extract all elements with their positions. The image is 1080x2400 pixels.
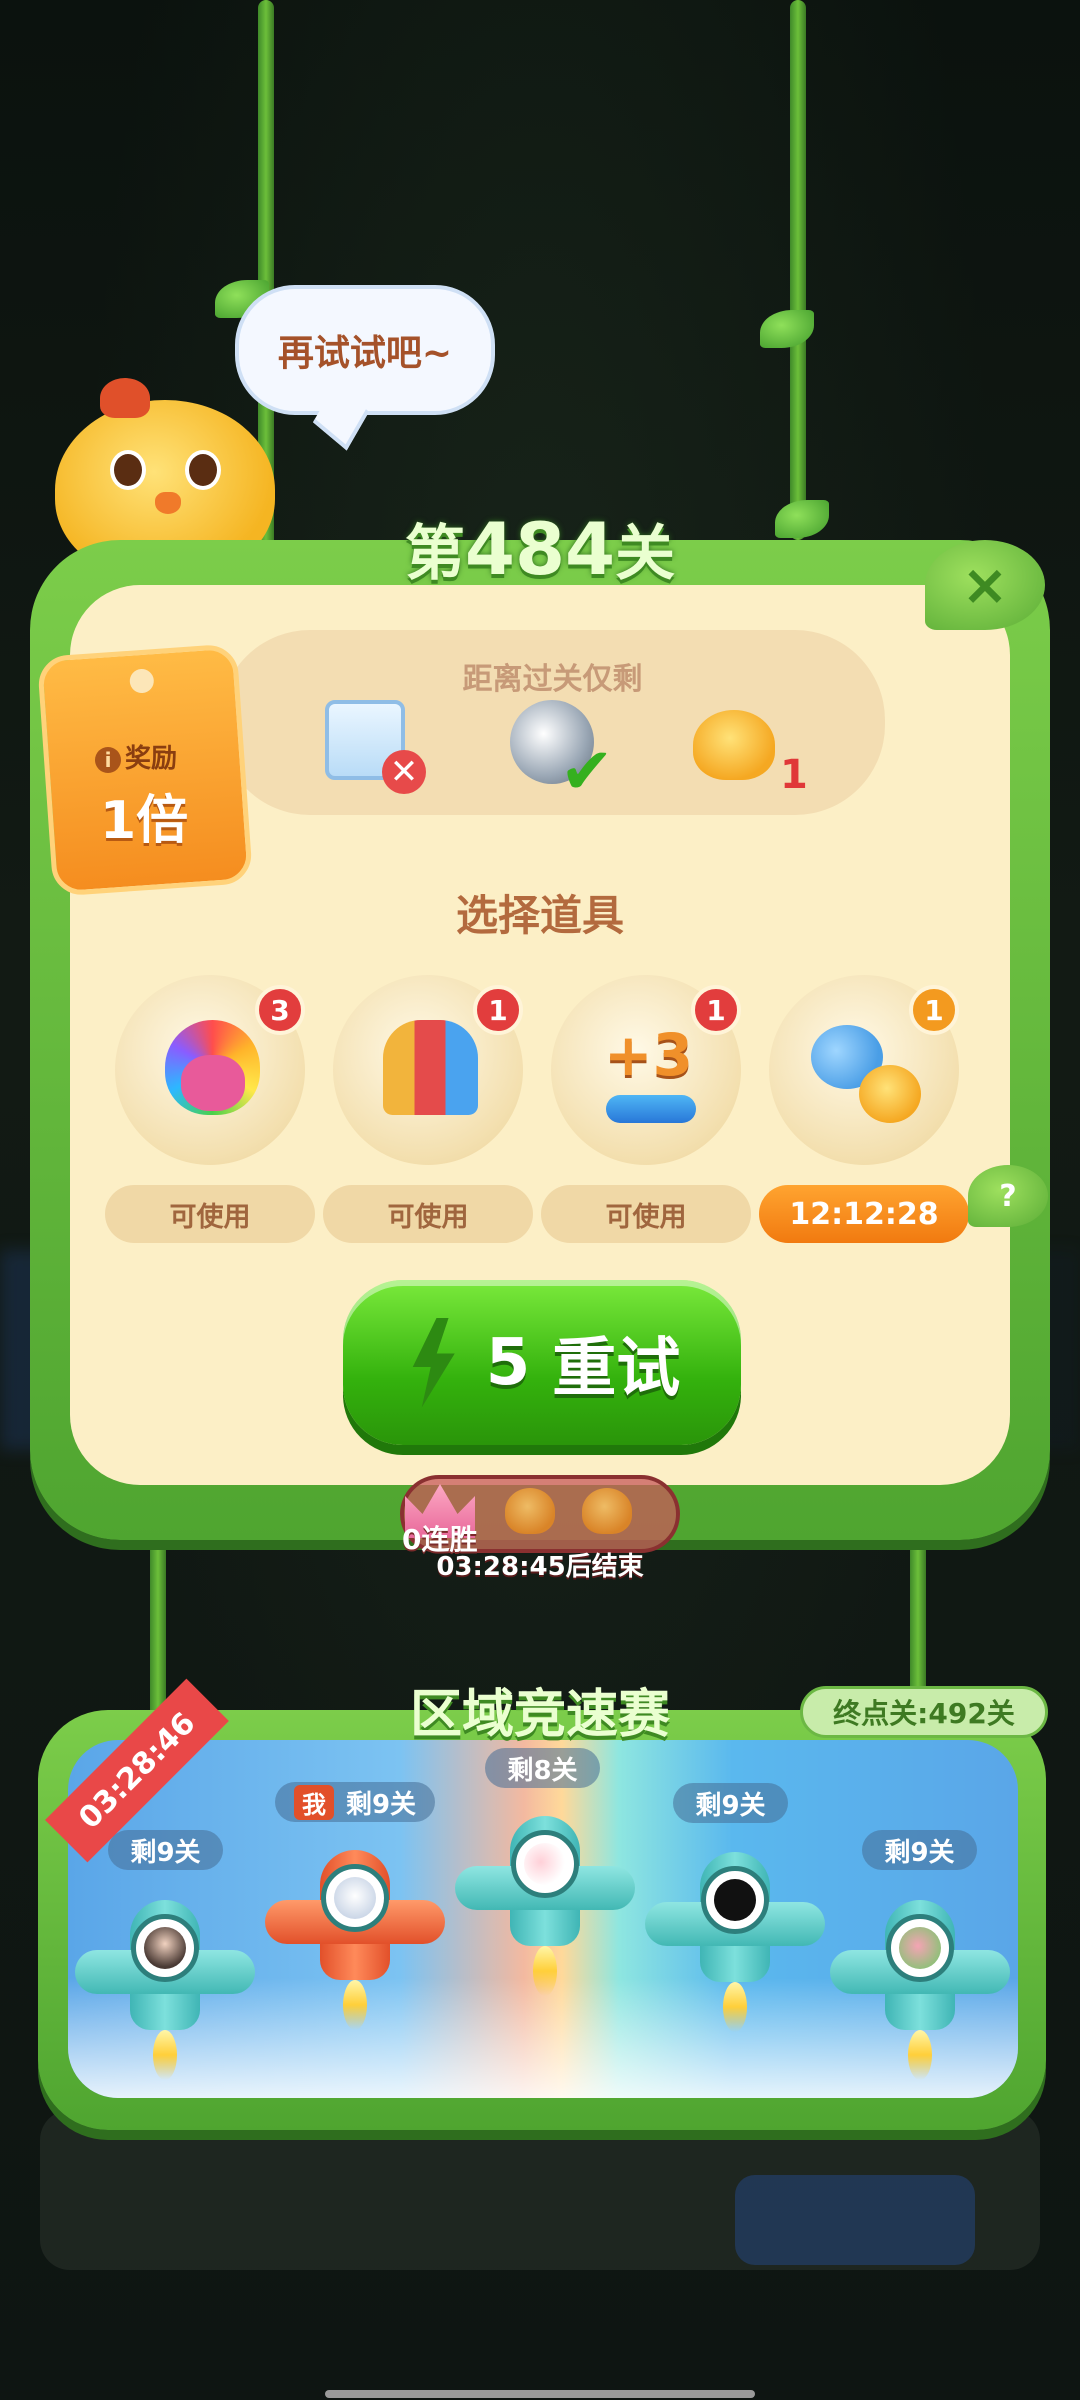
chick-eye — [110, 450, 146, 490]
avatar-photo — [899, 1927, 941, 1969]
tool-count-badge: 1 — [909, 985, 959, 1035]
avatar — [511, 1830, 579, 1898]
chick-comb — [100, 378, 150, 418]
tool-orb: 3 — [115, 975, 305, 1165]
tool-rocket[interactable]: 1 可使用 — [323, 975, 533, 1243]
chick-eye — [185, 450, 221, 490]
vine-right-top — [790, 0, 806, 540]
racer-plane[interactable] — [830, 1880, 1010, 2080]
streak-chick-icon — [582, 1488, 632, 1534]
avatar-photo — [334, 1877, 376, 1919]
speech-bubble: 再试试吧~ — [235, 285, 495, 415]
racer-label-me: 我剩9关 — [275, 1782, 435, 1822]
streak-timer: 03:28:45后结束 — [436, 1552, 644, 1582]
racer-plane[interactable] — [75, 1880, 255, 2080]
avatar-photo — [714, 1879, 756, 1921]
reward-label: i 奖励 — [95, 738, 177, 775]
close-button[interactable]: × — [925, 540, 1045, 630]
racer-label: 剩9关 — [673, 1783, 788, 1823]
tool-count-badge: 1 — [691, 985, 741, 1035]
home-indicator[interactable] — [325, 2390, 755, 2398]
retry-button[interactable]: 5 重试 — [343, 1280, 741, 1445]
racer-label: 剩9关 — [108, 1830, 223, 1870]
info-icon: i — [95, 747, 121, 773]
chick-icon — [859, 1065, 921, 1123]
avatar-photo — [144, 1927, 186, 1969]
tool-status: 可使用 — [105, 1185, 315, 1243]
goal-label: 距离过关仅剩 — [462, 662, 643, 697]
flame-icon — [723, 1982, 747, 2032]
tool-status: 可使用 — [541, 1185, 751, 1243]
goal-chick-count: 1 — [780, 752, 808, 798]
help-button[interactable]: ? — [968, 1165, 1048, 1227]
flame-icon — [153, 2030, 177, 2080]
question-icon: ? — [999, 1178, 1017, 1214]
avatar — [131, 1914, 199, 1982]
select-tools-title: 选择道具 — [455, 891, 624, 940]
tool-cooldown-timer: 12:12:28 — [759, 1185, 969, 1243]
tool-orb: 1 — [333, 975, 523, 1165]
level-prefix: 第 — [404, 519, 465, 589]
tools-row: 3 可使用 1 可使用 +3 1 可使用 1 12:12:28 — [105, 975, 980, 1265]
streak-chick-icon — [505, 1488, 555, 1534]
tool-count-badge: 1 — [473, 985, 523, 1035]
avatar — [886, 1914, 954, 1982]
racer-label: 剩9关 — [862, 1830, 977, 1870]
racer-label: 剩8关 — [485, 1748, 600, 1788]
level-title: 第484关 — [0, 505, 1080, 592]
flame-icon — [343, 1980, 367, 2030]
tool-orb: +3 1 — [551, 975, 741, 1165]
racer-plane-me[interactable] — [265, 1830, 445, 2030]
tool-orb: 1 — [769, 975, 959, 1165]
chick-icon — [693, 710, 775, 780]
flame-icon — [908, 2030, 932, 2080]
flame-icon — [533, 1946, 557, 1996]
lightning-icon — [412, 1317, 455, 1408]
retry-label: 重试 — [552, 1331, 681, 1406]
close-icon: × — [961, 552, 1009, 618]
reward-label-text: 奖励 — [125, 744, 178, 774]
tool-count-badge: 3 — [255, 985, 305, 1035]
retry-cost: 5 — [485, 1325, 531, 1400]
tag-hole — [128, 668, 155, 694]
racer-plane[interactable] — [645, 1832, 825, 2032]
goal-complete-icon: ✔ — [560, 735, 614, 809]
me-badge: 我 — [293, 1784, 334, 1820]
rainbow-owl-icon — [165, 1020, 260, 1115]
avatar — [701, 1866, 769, 1934]
level-suffix: 关 — [615, 519, 676, 589]
background-button — [735, 2175, 975, 2265]
racer-plane[interactable] — [455, 1796, 635, 1996]
goal-failed-icon: ✕ — [382, 750, 426, 794]
tool-status: 可使用 — [323, 1185, 533, 1243]
tool-plus3-moves[interactable]: +3 1 可使用 — [541, 975, 751, 1243]
speech-text: 再试试吧~ — [277, 333, 453, 374]
arrows-icon — [606, 1095, 696, 1123]
avatar — [321, 1864, 389, 1932]
reward-value: 1倍 — [100, 791, 189, 851]
avatar-photo — [524, 1843, 566, 1885]
tool-rainbow-owl[interactable]: 3 可使用 — [105, 975, 315, 1243]
race-end-level: 终点关:492关 — [800, 1686, 1048, 1738]
level-number: 484 — [464, 507, 616, 591]
tool-swap[interactable]: 1 12:12:28 — [759, 975, 969, 1243]
racer-label-text: 剩9关 — [345, 1789, 417, 1820]
rocket-icon — [383, 1020, 478, 1115]
